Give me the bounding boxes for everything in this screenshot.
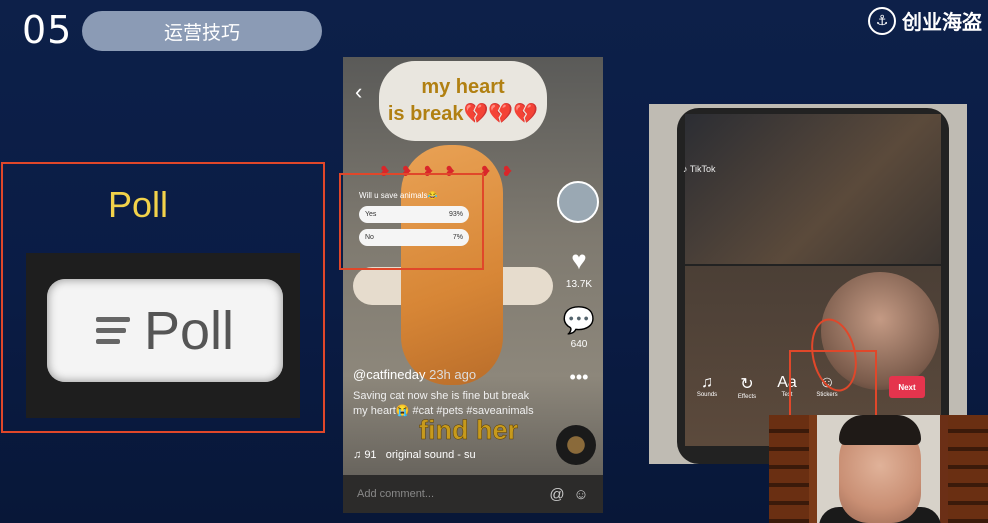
sticker-line-2: is break💔💔💔	[387, 103, 539, 125]
presenter-hair	[839, 415, 921, 445]
tiktok-label: TikTok	[689, 164, 716, 174]
creator-avatar[interactable]	[557, 181, 599, 223]
bookshelf-left	[769, 415, 809, 523]
mention-icon[interactable]: @	[545, 486, 569, 503]
back-icon[interactable]: ‹	[355, 79, 362, 105]
more-icon[interactable]: •••	[559, 367, 599, 388]
slide-title-pill: 运营技巧	[82, 11, 322, 51]
time-ago: 23h ago	[429, 367, 477, 382]
anchor-icon: ⚓	[868, 6, 896, 35]
music-line[interactable]: ♫ 91 original sound - su	[353, 449, 476, 461]
poll-heading: Poll	[108, 184, 169, 225]
username[interactable]: @catfineday	[353, 367, 425, 382]
music-disc-icon[interactable]	[556, 425, 596, 465]
brand-logo: ⚓ 创业海盗	[868, 6, 982, 35]
next-button[interactable]: Next	[889, 376, 925, 398]
tiktok-icon: ♪	[683, 164, 688, 174]
music-label: original sound - su	[385, 449, 476, 461]
effects-icon: ↻	[740, 376, 754, 393]
tool-label: Effects	[737, 394, 757, 400]
comment-icon[interactable]: 💬	[559, 305, 599, 336]
overlay-text: find her	[419, 415, 519, 446]
music-count: 91	[364, 449, 377, 461]
stickers-highlight-frame	[789, 350, 877, 418]
bookshelf-right	[948, 415, 988, 523]
username-line: @catfineday 23h ago	[353, 367, 476, 382]
effects-tool[interactable]: ↻ Effects	[727, 374, 767, 400]
brand-name: 创业海盗	[902, 10, 982, 34]
poll-lines-icon	[95, 317, 130, 344]
poll-sticker-highlight-frame	[339, 173, 484, 270]
sounds-icon: ♫	[701, 374, 713, 391]
presenter-webcam	[769, 415, 988, 523]
slide-number: 05	[22, 8, 73, 52]
comment-input[interactable]: Add comment...	[357, 488, 545, 500]
video-preview	[685, 114, 941, 264]
emoji-icon[interactable]: ☺	[569, 486, 593, 503]
sounds-tool[interactable]: ♫ Sounds	[687, 374, 727, 398]
tool-label: Sounds	[696, 392, 718, 398]
poll-sticker-button: Poll	[47, 279, 283, 382]
music-note-icon: ♫	[353, 449, 362, 461]
tiktok-phone-screenshot: ‹ my heart is break💔💔💔 ❥❥❥❥ ❥❥ Will u sa…	[343, 57, 603, 513]
comment-count: 640	[570, 339, 588, 350]
slide-title: 运营技巧	[163, 21, 240, 44]
sticker-line-1: my heart	[421, 76, 505, 98]
heart-icon[interactable]: ♥	[559, 245, 599, 276]
comment-bar: Add comment... @ ☺	[343, 475, 603, 513]
text-sticker-bubble: my heart is break💔💔💔	[379, 61, 547, 141]
like-count: 13.7K	[565, 279, 593, 290]
poll-button-label: Poll	[143, 300, 235, 361]
tiktok-watermark: ♪ TikTok	[683, 164, 716, 174]
